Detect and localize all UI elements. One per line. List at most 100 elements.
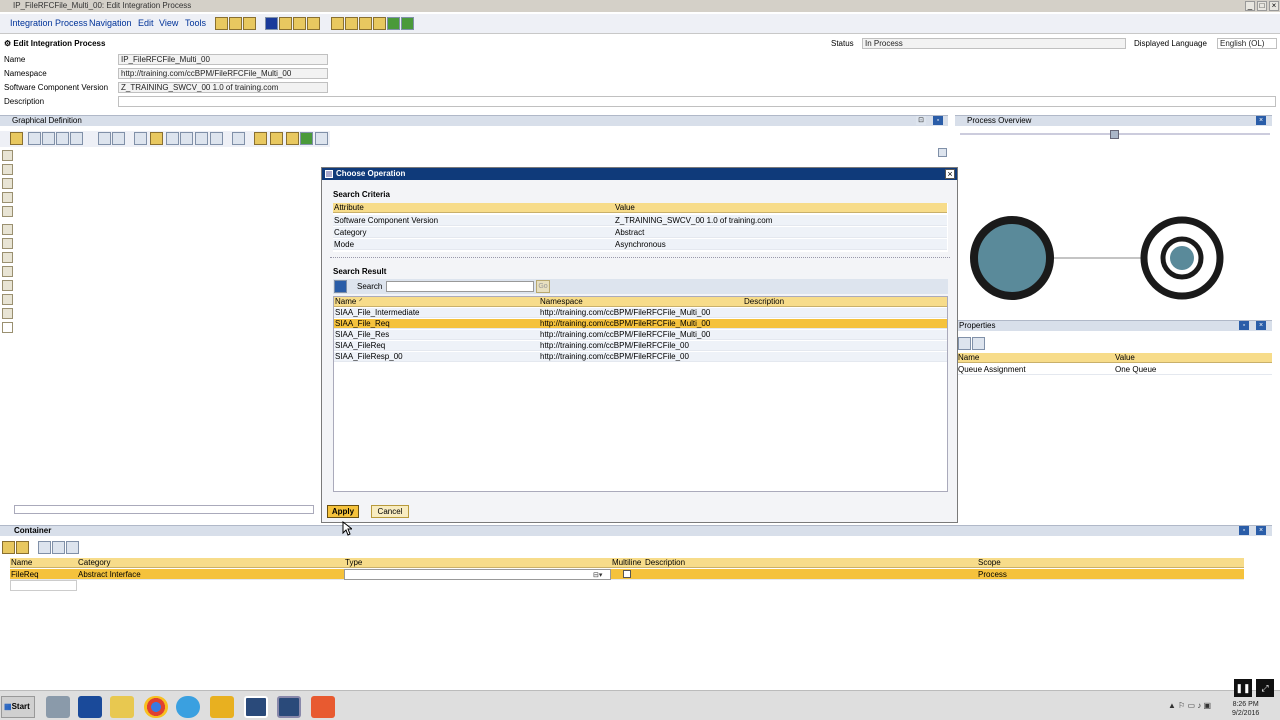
maximize-button[interactable]: □ <box>1257 1 1267 11</box>
result-description[interactable] <box>743 341 947 351</box>
column-icon[interactable] <box>180 132 193 145</box>
sap-gui-icon[interactable] <box>244 696 268 718</box>
container-row-category[interactable]: Abstract Interface <box>77 569 344 580</box>
wait-step-icon[interactable] <box>2 280 13 291</box>
switch-step-icon[interactable] <box>2 206 13 217</box>
clock[interactable]: 8:26 PM 9/2/2016 <box>1232 700 1259 718</box>
result-name[interactable]: SIAA_FileReq <box>334 341 539 351</box>
check-icon[interactable] <box>279 17 292 30</box>
sap-gui-active-icon[interactable] <box>277 696 301 718</box>
fullscreen-icon[interactable]: ⤢ <box>1256 679 1274 697</box>
explorer-icon[interactable] <box>110 696 134 718</box>
description-field[interactable] <box>118 96 1276 107</box>
language-select[interactable]: English (OL) <box>1217 38 1277 49</box>
copy-icon[interactable] <box>243 17 256 30</box>
menu-view[interactable]: View <box>159 18 178 28</box>
test-icon[interactable] <box>307 17 320 30</box>
result-namespace[interactable]: http://training.com/ccBPM/FileRFCFile_Mu… <box>539 308 743 318</box>
zoom-slider-handle[interactable] <box>1110 130 1119 139</box>
container-remove-icon[interactable] <box>16 541 29 554</box>
save-icon[interactable] <box>229 17 242 30</box>
edit-toggle-icon[interactable] <box>215 17 228 30</box>
result-description[interactable] <box>743 308 947 318</box>
receiver-determination-icon[interactable] <box>2 192 13 203</box>
panel-restore-icon[interactable]: ⊡ <box>916 116 926 125</box>
loop-step-icon[interactable] <box>2 266 13 277</box>
container-row-name[interactable]: FileReq <box>10 569 77 580</box>
presentation-icon[interactable] <box>311 696 335 718</box>
menu-tools[interactable]: Tools <box>185 18 206 28</box>
export-graph-icon[interactable] <box>300 132 313 145</box>
container-export-icon[interactable] <box>66 541 79 554</box>
results-col-description[interactable]: Description <box>743 297 947 307</box>
info-icon[interactable] <box>265 17 278 30</box>
empty-step-icon[interactable] <box>2 322 13 333</box>
result-description[interactable] <box>743 330 947 340</box>
container-empty-row[interactable] <box>10 580 77 591</box>
refresh-icon[interactable] <box>232 132 245 145</box>
result-namespace[interactable]: http://training.com/ccBPM/FileRFCFile_00 <box>539 352 743 362</box>
back-icon[interactable] <box>331 17 344 30</box>
container-close-icon[interactable]: × <box>1256 526 1266 535</box>
cancel-button[interactable]: Cancel <box>371 505 409 518</box>
result-description[interactable] <box>743 319 947 329</box>
container-filter-icon[interactable] <box>38 541 51 554</box>
zoom-in-icon[interactable] <box>210 132 223 145</box>
control-step-icon[interactable] <box>2 294 13 305</box>
results-col-name[interactable]: Name ⸍ <box>334 297 539 307</box>
container-add-icon[interactable] <box>2 541 15 554</box>
results-col-namespace[interactable]: Namespace <box>539 297 743 307</box>
close-window-button[interactable]: × <box>1269 1 1279 11</box>
new-step-icon[interactable] <box>10 132 23 145</box>
panel-minimize-icon[interactable]: ▫ <box>933 116 943 125</box>
send-step-icon[interactable] <box>2 164 13 175</box>
redo-icon[interactable] <box>112 132 125 145</box>
fork-step-icon[interactable] <box>2 252 13 263</box>
result-namespace[interactable]: http://training.com/ccBPM/FileRFCFile_Mu… <box>539 319 743 329</box>
chrome-icon[interactable] <box>144 696 168 718</box>
menu-navigation[interactable]: Navigation <box>89 18 132 28</box>
object-icon[interactable] <box>373 17 386 30</box>
overview-close-icon[interactable]: × <box>1256 116 1266 125</box>
result-namespace[interactable]: http://training.com/ccBPM/FileRFCFile_00 <box>539 341 743 351</box>
warning-icon[interactable] <box>150 132 163 145</box>
history-icon[interactable] <box>359 17 372 30</box>
delete-icon[interactable] <box>70 132 83 145</box>
properties-restore-icon[interactable]: ▫ <box>1239 321 1249 330</box>
pause-icon[interactable]: ❚❚ <box>1234 679 1252 697</box>
minimize-button[interactable]: _ <box>1245 1 1255 11</box>
container-settings-icon[interactable] <box>52 541 65 554</box>
container-row-type-input[interactable] <box>344 569 611 580</box>
paste-icon[interactable] <box>56 132 69 145</box>
export-icon[interactable] <box>387 17 400 30</box>
result-name[interactable]: SIAA_File_Intermediate <box>334 308 539 318</box>
container-row-scope[interactable]: Process <box>977 569 1244 580</box>
fit-icon[interactable] <box>166 132 179 145</box>
properties-filter-icon[interactable] <box>972 337 985 350</box>
menu-integration-process[interactable]: Integration Process <box>10 18 88 28</box>
tray-icons[interactable]: ▲ ⚐ ▭ ♪ ▣ <box>1168 701 1211 710</box>
settings-icon[interactable] <box>315 132 328 145</box>
refresh-search-icon[interactable] <box>334 280 347 293</box>
start-button[interactable]: ▦Start <box>1 696 35 718</box>
horizontal-scrollbar[interactable] <box>14 505 314 514</box>
print-icon[interactable] <box>270 132 283 145</box>
properties-close-icon[interactable]: × <box>1256 321 1266 330</box>
zoom-out-icon[interactable] <box>195 132 208 145</box>
server-manager-icon[interactable] <box>46 696 70 718</box>
block-step-icon[interactable] <box>2 238 13 249</box>
import-icon[interactable] <box>401 17 414 30</box>
print2-icon[interactable] <box>286 132 299 145</box>
undefined-step-icon[interactable] <box>2 308 13 319</box>
value-help-icon[interactable]: ⊟▾ <box>593 571 607 579</box>
container-restore-icon[interactable]: ▫ <box>1239 526 1249 535</box>
result-description[interactable] <box>743 352 947 362</box>
result-namespace[interactable]: http://training.com/ccBPM/FileRFCFile_Mu… <box>539 330 743 340</box>
container-row-description[interactable] <box>644 569 977 580</box>
check-graph-icon[interactable] <box>254 132 267 145</box>
scroll-up-icon[interactable] <box>938 148 947 157</box>
result-name[interactable]: SIAA_File_Res <box>334 330 539 340</box>
splitter[interactable] <box>330 257 950 260</box>
result-name[interactable]: SIAA_FileResp_00 <box>334 352 539 362</box>
notes-icon[interactable] <box>210 696 234 718</box>
